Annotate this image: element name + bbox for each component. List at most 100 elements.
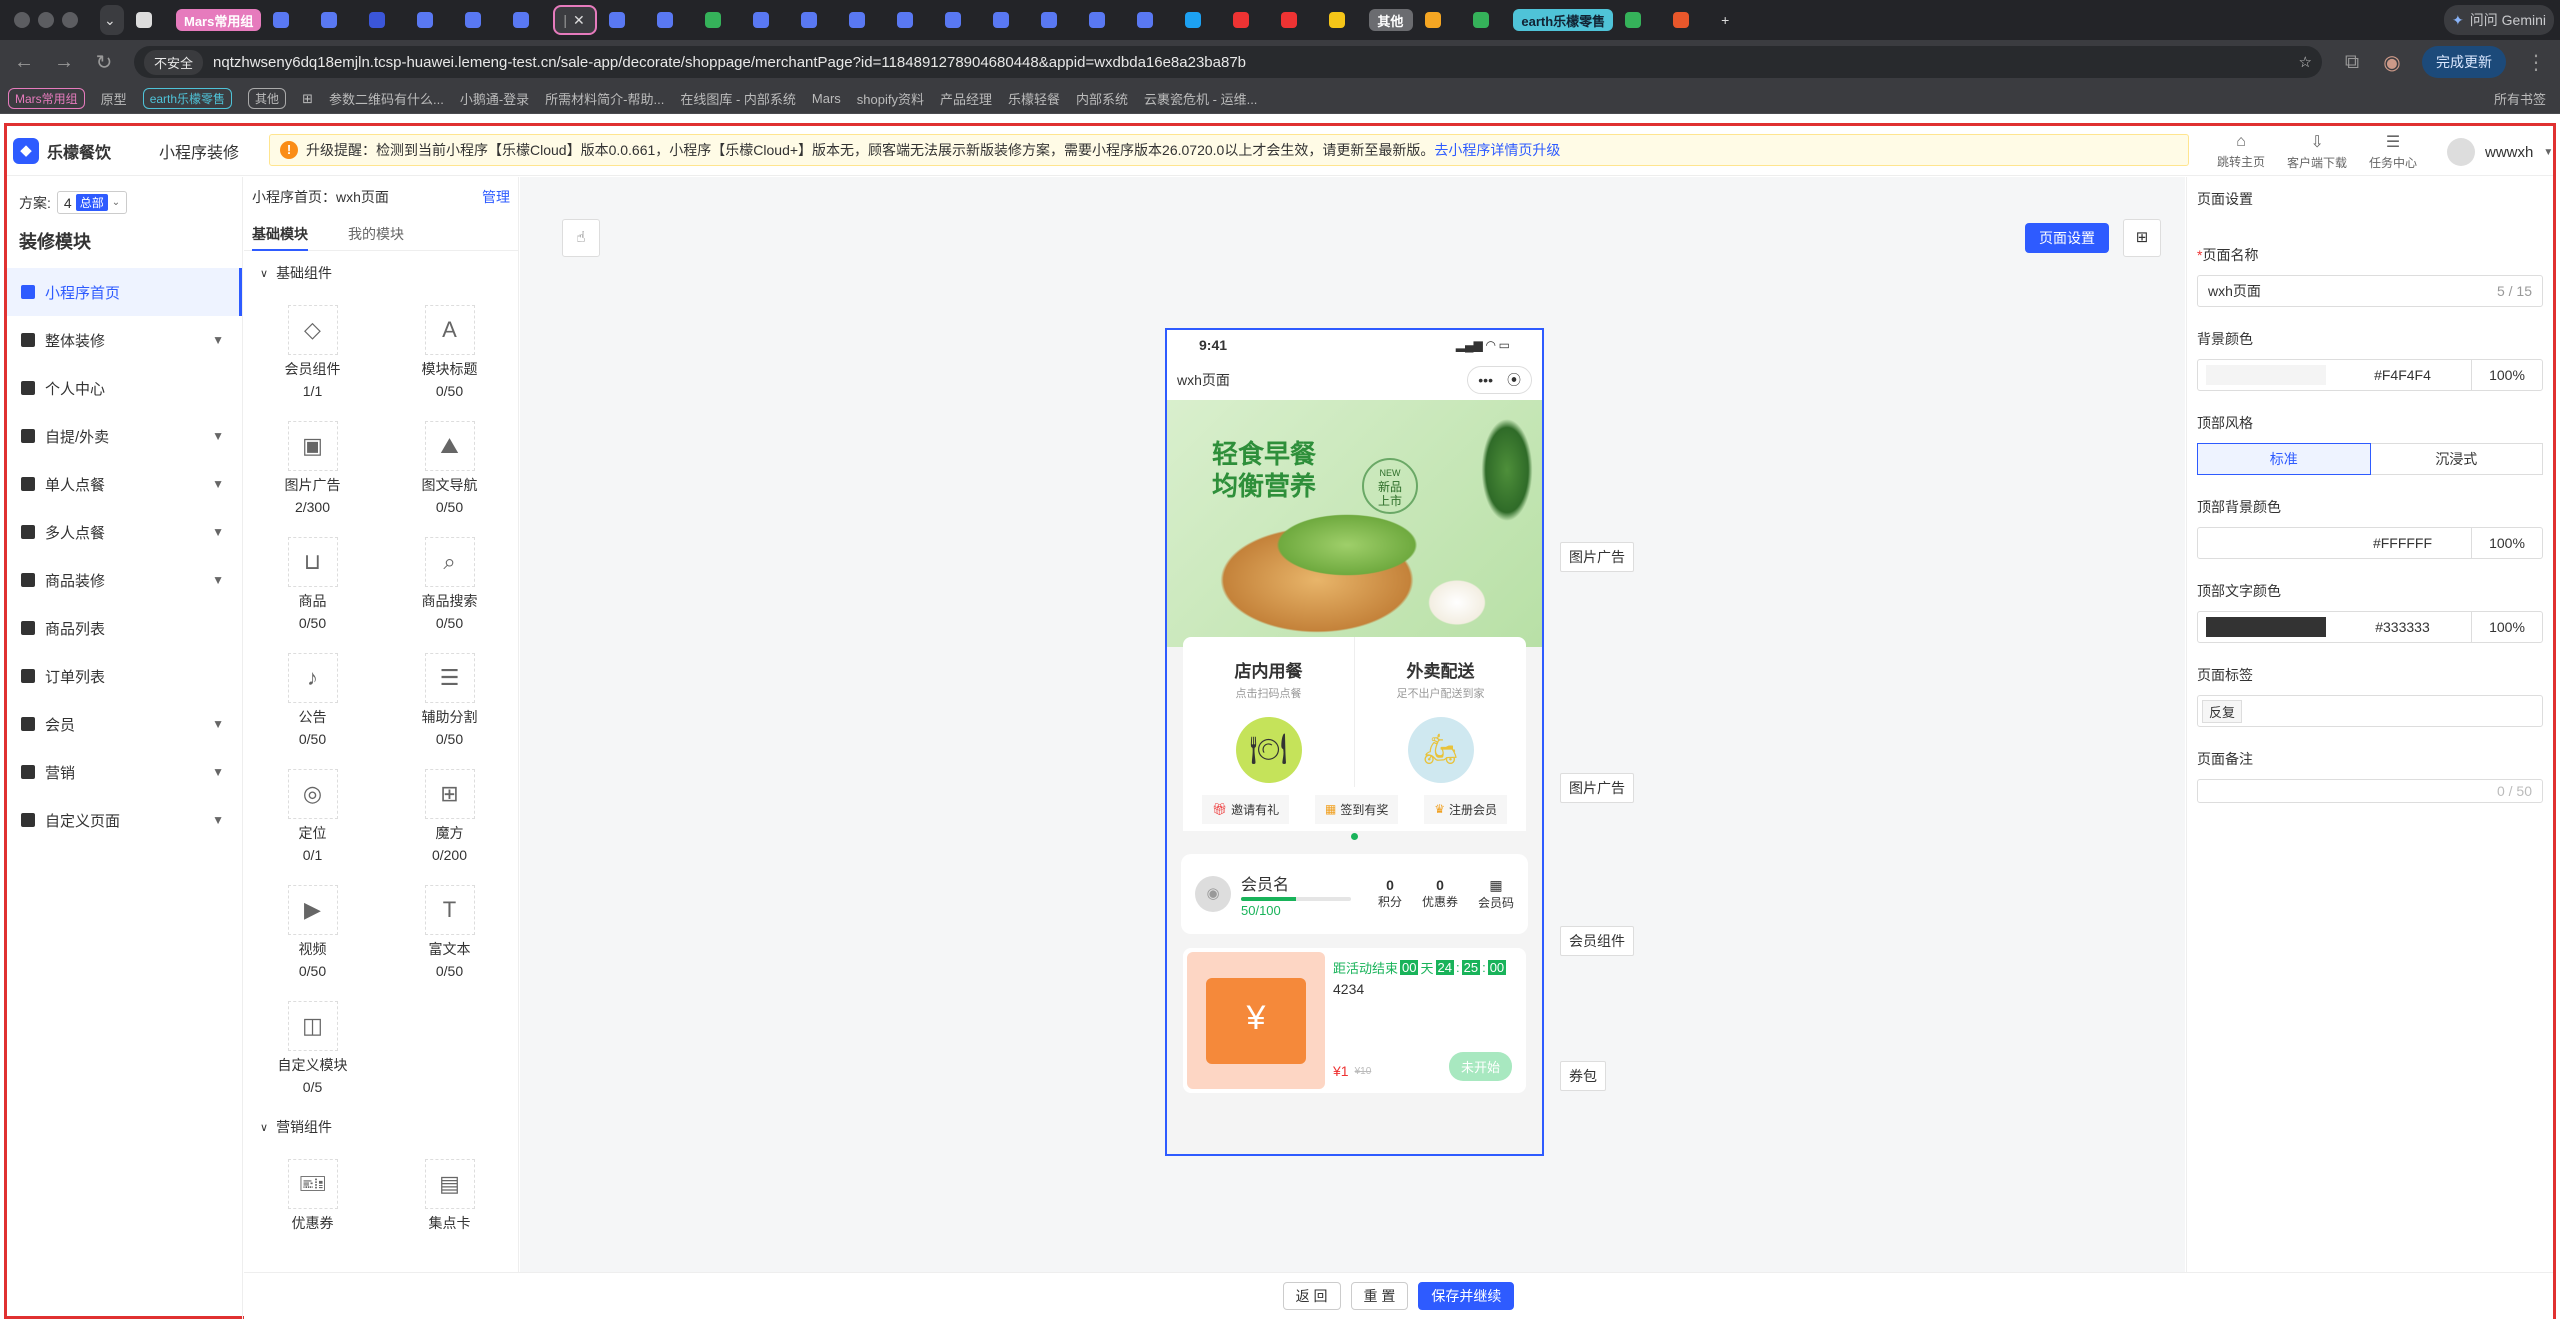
gemini-button[interactable]: ✦ 问问 Gemini (2444, 5, 2554, 35)
quick-link-invite[interactable]: 🎁︎ 邀请有礼 (1201, 794, 1290, 824)
close-window-button[interactable] (14, 12, 30, 28)
component-tag-coupon-package[interactable]: 券包 (1560, 1061, 1606, 1091)
browser-tab[interactable] (1225, 5, 1269, 35)
browser-tab[interactable] (1273, 5, 1317, 35)
zoom-window-button[interactable] (62, 12, 78, 28)
notice-upgrade-link[interactable]: 去小程序详情页升级 (1434, 140, 1560, 160)
back-button[interactable]: 返 回 (1282, 1282, 1341, 1310)
member-card[interactable]: ◉ 会员名 50/100 0 积分 0 优惠券 ▦ 会员码 (1181, 854, 1528, 934)
sidebar-item-marketing[interactable]: 营销 ▼ (7, 748, 242, 796)
tab-group-mars[interactable]: Mars常用组 (176, 9, 262, 31)
top-bg-color-picker[interactable]: #FFFFFF 100% (2197, 527, 2543, 559)
bookmark-item[interactable]: 原型 (101, 89, 127, 108)
browser-tab[interactable] (601, 5, 645, 35)
back-icon[interactable]: ← (14, 51, 34, 74)
bookmark-folder[interactable]: Mars (812, 91, 841, 106)
tab-group-earth[interactable]: earth乐檬零售 (1513, 9, 1614, 31)
url-field[interactable]: 不安全 nqtzhwseny6dq18emjln.tcsp-huawei.lem… (134, 46, 2322, 78)
new-tab-button[interactable]: + (1713, 5, 1737, 35)
browser-tab[interactable] (313, 5, 357, 35)
browser-tab[interactable] (889, 5, 933, 35)
insecure-badge[interactable]: 不安全 (144, 49, 204, 75)
member-stat-points[interactable]: 0 积分 (1378, 877, 1402, 911)
update-button[interactable]: 完成更新 (2422, 46, 2506, 78)
sidebar-item-pickup[interactable]: 自提/外卖 ▼ (7, 412, 242, 460)
browser-tab[interactable] (1417, 5, 1461, 35)
browser-tab[interactable] (361, 5, 405, 35)
minimize-window-button[interactable] (38, 12, 54, 28)
top-style-standard[interactable]: 标准 (2197, 443, 2371, 475)
module-rich-text[interactable]: T 富文本 0/50 (381, 885, 518, 979)
browser-tab-active[interactable]: | ✕ (553, 5, 598, 35)
top-text-color-opacity[interactable]: 100% (2472, 619, 2542, 635)
forward-icon[interactable]: → (54, 51, 74, 74)
top-bg-color-opacity[interactable]: 100% (2472, 535, 2542, 551)
browser-tab[interactable] (793, 5, 837, 35)
module-title[interactable]: A 模块标题 0/50 (381, 305, 518, 399)
bookmark-star-icon[interactable]: ☆ (2299, 53, 2312, 71)
page-settings-button[interactable]: 页面设置 (2025, 223, 2109, 253)
member-stat-code[interactable]: ▦ 会员码 (1478, 877, 1514, 911)
bookmark-item[interactable]: Mars常用组 (8, 88, 85, 109)
bg-color-swatch[interactable] (2206, 365, 2326, 385)
bookmark-item[interactable]: 在线图库 - 内部系统 (680, 89, 796, 108)
module-video[interactable]: ▶ 视频 0/50 (244, 885, 381, 979)
browser-tab[interactable] (745, 5, 789, 35)
save-continue-button[interactable]: 保存并继续 (1418, 1282, 1515, 1310)
home-action[interactable]: ⌂ 跳转主页 (2217, 133, 2265, 170)
browser-tab[interactable] (1033, 5, 1077, 35)
browser-tab[interactable] (505, 5, 549, 35)
browser-tab[interactable] (1465, 5, 1509, 35)
sidebar-item-order-list[interactable]: 订单列表 (7, 652, 242, 700)
reload-icon[interactable]: ↻ (94, 50, 114, 75)
page-tag-field[interactable]: 反复 (2197, 695, 2543, 727)
profile-icon[interactable]: ◉ (2382, 50, 2402, 75)
sidebar-item-home[interactable]: 小程序首页 (7, 268, 242, 316)
browser-tab[interactable] (1321, 5, 1365, 35)
apps-grid-icon[interactable]: ⊞ (302, 91, 313, 107)
browser-tab[interactable] (649, 5, 693, 35)
coupon-package[interactable]: ¥ 距活动结束 00 天 24 : 25 : 00 4234 ¥1 ¥10 未开… (1183, 948, 1526, 1093)
page-remark-field[interactable]: 0 / 50 (2197, 779, 2543, 803)
browser-tab[interactable] (1129, 5, 1173, 35)
module-divider[interactable]: ☰ 辅助分割 0/50 (381, 653, 518, 747)
browser-tab[interactable] (697, 5, 741, 35)
sidebar-item-multi-order[interactable]: 多人点餐 ▼ (7, 508, 242, 556)
bookmark-item[interactable]: 其他 (248, 88, 287, 109)
close-tab-icon[interactable]: ✕ (573, 12, 585, 29)
top-bg-color-hex[interactable]: #FFFFFF (2334, 528, 2472, 558)
member-stat-coupons[interactable]: 0 优惠券 (1422, 877, 1458, 911)
browser-tab[interactable] (457, 5, 501, 35)
sidebar-item-single-order[interactable]: 单人点餐 ▼ (7, 460, 242, 508)
download-action[interactable]: ⇩ 客户端下载 (2287, 132, 2347, 171)
browser-tab[interactable] (409, 5, 453, 35)
module-member[interactable]: ◇ 会员组件 1/1 (244, 305, 381, 399)
page-tag-chip[interactable]: 反复 (2202, 699, 2243, 723)
bookmark-item[interactable]: 内部系统 (1076, 89, 1128, 108)
component-tag-image-ad-1[interactable]: 图片广告 (1560, 542, 1634, 572)
bookmark-folder[interactable]: shopify资料 (857, 89, 924, 108)
top-text-color-hex[interactable]: #333333 (2334, 612, 2472, 642)
bookmark-item[interactable]: 参数二维码有什么... (329, 89, 444, 108)
module-cube[interactable]: ⊞ 魔方 0/200 (381, 769, 518, 863)
page-name-field[interactable]: wxh页面 5 / 15 (2197, 275, 2543, 307)
manage-link[interactable]: 管理 (482, 187, 510, 207)
plan-select[interactable]: 4 总部 ⌄ (56, 191, 128, 214)
marketing-group-header[interactable]: ∨ 营销组件 (244, 1105, 518, 1149)
browser-tab[interactable] (1081, 5, 1125, 35)
browser-tab[interactable] (937, 5, 981, 35)
top-style-immersive[interactable]: 沉浸式 (2370, 443, 2543, 475)
top-text-color-swatch[interactable] (2206, 617, 2326, 637)
browser-tab[interactable] (1177, 5, 1221, 35)
module-goods-search[interactable]: ⌕ 商品搜索 0/50 (381, 537, 518, 631)
task-action[interactable]: ☰ 任务中心 (2369, 132, 2417, 171)
quick-link-checkin[interactable]: ▦ 签到有奖 (1315, 794, 1399, 824)
basic-group-header[interactable]: ∨ 基础组件 (244, 251, 518, 295)
sidebar-item-overall[interactable]: 整体装修 ▼ (7, 316, 242, 364)
browser-tab[interactable] (1665, 5, 1709, 35)
bg-color-opacity[interactable]: 100% (2472, 367, 2542, 383)
module-location[interactable]: ◎ 定位 0/1 (244, 769, 381, 863)
bookmark-item[interactable]: earth乐檬零售 (142, 88, 233, 109)
bookmark-folder[interactable]: 乐檬轻餐 (1008, 89, 1060, 108)
sidebar-item-custom-page[interactable]: 自定义页面 ▼ (7, 796, 242, 844)
